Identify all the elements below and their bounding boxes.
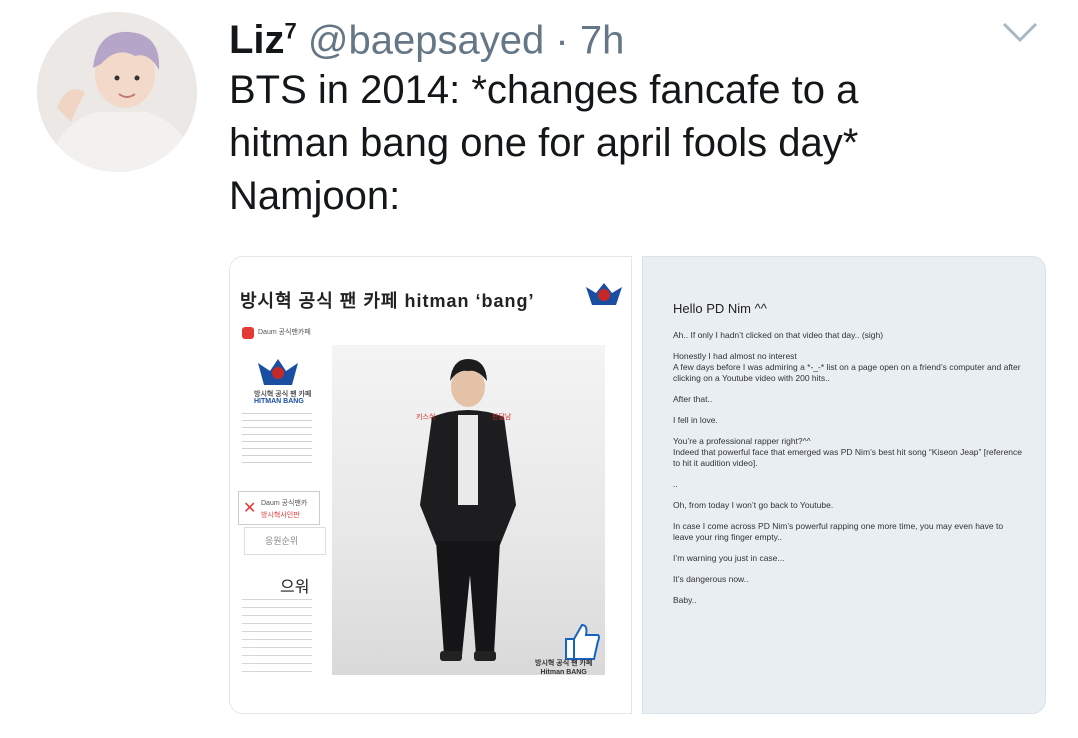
daum-card[interactable]: ✕ Daum 공식팬카 방시혁사인판 [238,491,320,525]
daum-logo [242,327,254,339]
cafe-title: 방시혁 공식 팬 카페 hitman ‘bang’ [240,291,535,311]
bottom-label-ko: 방시혁 공식 팬 카페 [535,660,593,667]
tweet-text: BTS in 2014: *changes fancafe to a hitma… [229,64,1029,223]
letter: Hello PD Nim ^^ Ah.. If only I hadn’t cl… [673,301,1023,616]
media-image-right[interactable]: Hello PD Nim ^^ Ah.. If only I hadn’t cl… [642,256,1046,714]
bottom-label: 방시혁 공식 팬 카페 Hitman BANG [535,659,592,677]
bottom-label-en: Hitman BANG [540,669,587,676]
tweet-line: hitman bang one for april fools day* [229,121,859,165]
daum-card-icon: ✕ [243,500,257,517]
letter-paragraph: After that.. [673,394,713,404]
cafe-name-en: HITMAN BANG [254,398,304,405]
thumbs-up-icon [565,623,600,660]
letter-paragraph: I fell in love. [673,415,718,425]
letter-paragraph: .. [673,479,678,489]
letter-paragraph: In case I come across PD Nim’s powerful … [673,521,1004,542]
letter-paragraph: It’s dangerous now.. [673,574,749,584]
user-handle[interactable]: @baepsayed [308,18,544,62]
hitman-logo-icon [586,283,622,305]
daum-card-label: Daum 공식팬카 [261,500,308,507]
rank-label: 응원순위 [265,536,299,546]
name-superscript: 7 [284,19,297,44]
sidebar-links [242,599,312,679]
svg-text:찬달남: 찬달남 [492,412,512,421]
avatar[interactable] [37,12,197,172]
chevron-down-icon[interactable] [1000,16,1040,46]
daum-label: Daum 공식팬카페 [258,329,311,336]
letter-paragraph: Honestly I had almost no interest A few … [673,351,1021,383]
letter-greeting: Hello PD Nim ^^ [673,301,767,316]
daum-card-sub: 방시혁사인판 [261,512,300,519]
media-image-left[interactable]: 방시혁 공식 팬 카페 hitman ‘bang’ Daum 공식팬카페 방시혁… [229,256,632,714]
letter-paragraph: Oh, from today I won’t go back to Youtub… [673,500,834,510]
timestamp[interactable]: 7h [580,18,625,62]
tweet-line: BTS in 2014: *changes fancafe to a [229,68,859,112]
svg-text:키스쉬: 키스쉬 [416,412,435,421]
rank-box[interactable]: 응원순위 [244,527,326,555]
cafe-logo-icon [258,359,298,385]
avatar-image [37,12,197,172]
tweet-line: Namjoon: [229,174,401,218]
cheer-text: 으워 [280,579,310,596]
tweet-header: Liz7 @baepsayed · 7h [229,8,624,64]
letter-paragraph: Ah.. If only I hadn’t clicked on that vi… [673,330,884,340]
letter-paragraph: You’re a professional rapper right?^^ In… [673,436,1023,468]
sidebar-stats [242,413,312,463]
separator: · [555,18,569,63]
letter-paragraph: I’m warning you just in case... [673,553,785,563]
display-name[interactable]: Liz7 [229,18,297,62]
letter-paragraph: Baby.. [673,595,697,605]
